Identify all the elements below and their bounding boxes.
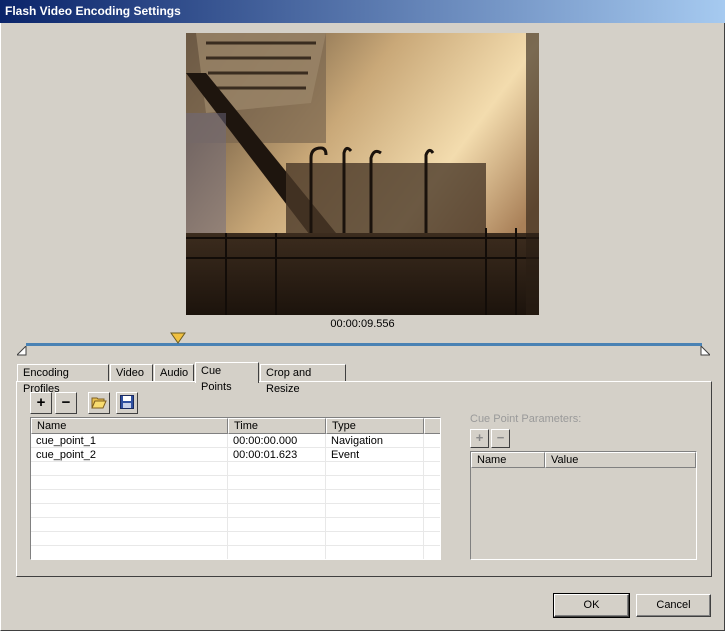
playhead-marker[interactable] <box>170 332 187 344</box>
cue-point-parameters-label: Cue Point Parameters: <box>470 413 582 425</box>
cue-points-table: Name Time Type cue_point_1 00:00:00.000 … <box>30 417 441 560</box>
add-parameter-button[interactable]: + <box>470 429 489 448</box>
empty-cell <box>31 504 228 518</box>
empty-cell <box>326 546 424 559</box>
ok-button[interactable]: OK <box>553 593 630 618</box>
column-header-time[interactable]: Time <box>228 418 326 434</box>
empty-cell <box>31 546 228 559</box>
empty-cell <box>31 532 228 546</box>
empty-table-row <box>31 462 440 476</box>
empty-cell <box>31 476 228 490</box>
column-header-name[interactable]: Name <box>471 452 545 468</box>
tab-crop-and-resize[interactable]: Crop and Resize <box>260 364 346 395</box>
open-cue-points-button[interactable] <box>88 392 110 414</box>
empty-cell <box>228 462 326 476</box>
cue-parameters-table: Name Value <box>470 451 697 560</box>
folder-open-icon <box>91 397 107 409</box>
video-preview <box>186 33 539 315</box>
cue-type-cell: Event <box>326 448 424 462</box>
save-cue-points-button[interactable] <box>116 392 138 414</box>
cue-name-cell: cue_point_2 <box>31 448 228 462</box>
empty-cell <box>228 504 326 518</box>
empty-cell <box>31 518 228 532</box>
table-row[interactable]: cue_point_1 00:00:00.000 Navigation <box>31 434 440 448</box>
empty-cell <box>326 532 424 546</box>
tab-encoding-profiles[interactable]: Encoding Profiles <box>17 364 109 395</box>
add-cue-point-button[interactable]: + <box>30 392 52 414</box>
remove-cue-point-button[interactable]: − <box>55 392 77 414</box>
cue-time-cell: 00:00:00.000 <box>228 434 326 448</box>
empty-cell <box>326 490 424 504</box>
table-header: Name Time Type <box>31 418 440 434</box>
tab-audio[interactable]: Audio <box>154 364 194 382</box>
empty-cell <box>326 518 424 532</box>
timecode-display: 00:00:09.556 <box>330 318 395 330</box>
empty-cell <box>326 504 424 518</box>
empty-table-row <box>31 546 440 559</box>
empty-cell <box>31 462 228 476</box>
column-header-name[interactable]: Name <box>31 418 228 434</box>
timeline-track[interactable] <box>26 343 702 346</box>
empty-cell <box>326 462 424 476</box>
cue-name-cell: cue_point_1 <box>31 434 228 448</box>
cue-time-cell: 00:00:01.623 <box>228 448 326 462</box>
window-title: Flash Video Encoding Settings <box>0 0 725 23</box>
out-point-marker[interactable] <box>700 346 710 356</box>
empty-cell <box>228 518 326 532</box>
in-point-marker[interactable] <box>17 346 27 356</box>
remove-parameter-button[interactable]: − <box>491 429 510 448</box>
tab-video[interactable]: Video <box>110 364 153 382</box>
table-row[interactable]: cue_point_2 00:00:01.623 Event <box>31 448 440 462</box>
empty-table-row <box>31 504 440 518</box>
empty-cell <box>31 490 228 504</box>
column-header-value[interactable]: Value <box>545 452 696 468</box>
cancel-button[interactable]: Cancel <box>636 594 711 617</box>
empty-cell <box>228 532 326 546</box>
empty-table-row <box>31 476 440 490</box>
table-header: Name Value <box>471 452 696 468</box>
empty-table-row <box>31 490 440 504</box>
column-header-filler <box>424 418 440 434</box>
cue-type-cell: Navigation <box>326 434 424 448</box>
tab-cue-points[interactable]: Cue Points <box>195 362 259 393</box>
floppy-disk-icon <box>120 395 134 409</box>
empty-cell <box>228 490 326 504</box>
empty-table-row <box>31 532 440 546</box>
empty-cell <box>228 546 326 559</box>
video-frame-image <box>186 33 539 315</box>
empty-table-row <box>31 518 440 532</box>
empty-cell <box>326 476 424 490</box>
empty-cell <box>228 476 326 490</box>
column-header-type[interactable]: Type <box>326 418 424 434</box>
